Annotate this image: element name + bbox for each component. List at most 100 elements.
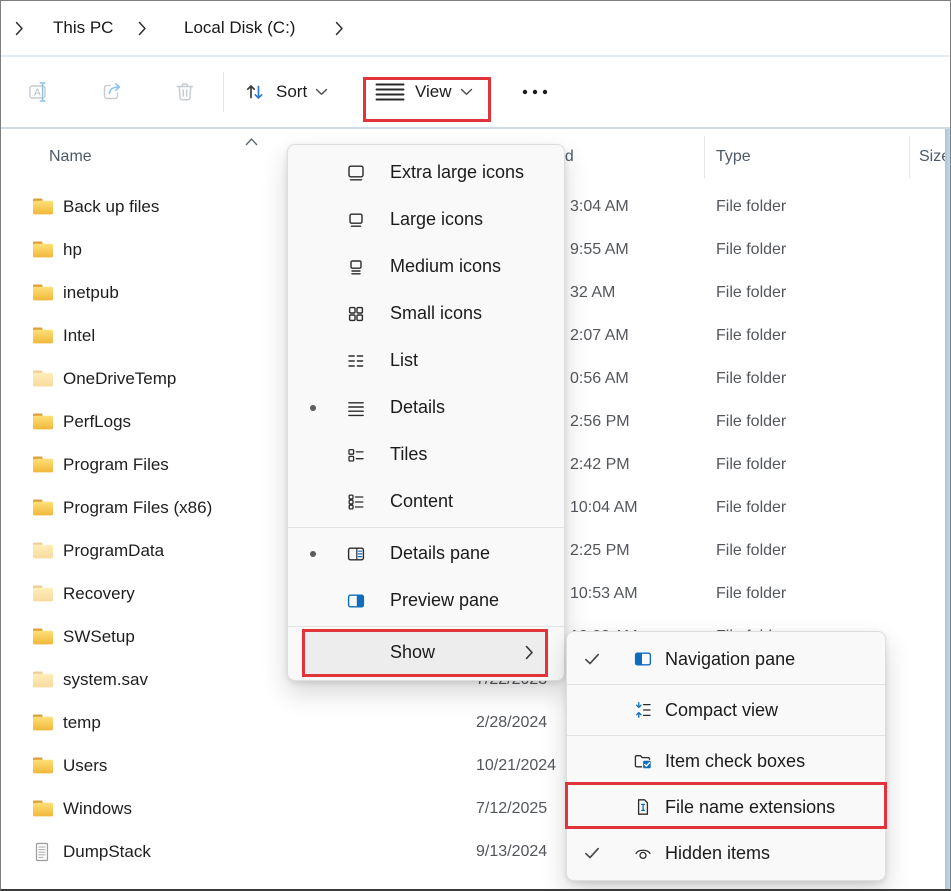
file-name: DumpStack [63, 830, 151, 873]
menu-item-label: Show [390, 642, 435, 663]
folder-icon [32, 627, 54, 646]
folder-icon [32, 240, 54, 259]
document-icon [32, 842, 52, 862]
folder-icon [32, 584, 56, 604]
view-button[interactable]: View [375, 57, 473, 127]
file-type: File folder [716, 357, 786, 400]
chevron-right-icon[interactable] [335, 1, 344, 55]
folder-icon [32, 283, 54, 302]
folder-icon [32, 240, 56, 260]
show-submenu-item-navigation-pane[interactable]: Navigation pane [567, 636, 885, 682]
file-date-modified: 2:56 PM [570, 400, 630, 443]
sort-ascending-caret-icon [244, 134, 259, 152]
menu-item-label: Content [390, 491, 453, 512]
delete-button[interactable] [173, 57, 197, 127]
check-slot [567, 652, 617, 666]
list-icon [338, 351, 374, 371]
rename-button[interactable]: A [28, 57, 54, 127]
view-menu-item-extra-large-icons[interactable]: Extra large icons [288, 149, 564, 196]
compact-view-icon [633, 700, 653, 720]
view-menu-item-details-pane[interactable]: Details pane [288, 530, 564, 577]
menu-item-label: Navigation pane [665, 649, 795, 670]
file-name: ProgramData [63, 529, 164, 572]
folder-icon [32, 498, 54, 517]
folder-icon [32, 197, 56, 217]
file-date-modified: 9/13/2024 [476, 830, 547, 873]
tiles-icon [346, 445, 366, 465]
column-separator[interactable] [704, 136, 705, 178]
show-submenu-item-item-check-boxes[interactable]: Item check boxes [567, 738, 885, 784]
file-date-modified: 2:42 PM [570, 443, 630, 486]
column-separator[interactable] [909, 136, 910, 178]
view-menu-item-large-icons[interactable]: Large icons [288, 196, 564, 243]
file-name: Recovery [63, 572, 135, 615]
file-name: hp [63, 228, 82, 271]
view-menu-item-tiles[interactable]: Tiles [288, 431, 564, 478]
content-icon [346, 492, 366, 512]
file-date-modified: 7/12/2025 [476, 787, 547, 830]
address-chevron-icon[interactable] [15, 1, 24, 55]
folder-icon [32, 326, 56, 346]
column-header-type[interactable]: Type [716, 135, 751, 179]
file-explorer-window: This PC Local Disk (C:) A [0, 0, 951, 891]
folder-icon [32, 498, 56, 518]
file-name: PerfLogs [63, 400, 131, 443]
folder-icon [32, 541, 54, 560]
show-submenu-item-file-name-extensions[interactable]: File name extensions [567, 784, 885, 830]
small-icons-icon [346, 304, 366, 324]
folder-icon [32, 369, 54, 388]
folder-icon [32, 455, 54, 474]
file-name: Program Files [63, 443, 169, 486]
file-icon [32, 842, 56, 862]
show-submenu-item-compact-view[interactable]: Compact view [567, 687, 885, 733]
details-pane-icon [338, 544, 374, 564]
share-button[interactable] [101, 57, 126, 127]
menu-item-label: File name extensions [665, 797, 835, 818]
chevron-right-icon[interactable] [138, 1, 147, 55]
content-icon [338, 492, 374, 512]
menu-item-label: Compact view [665, 700, 778, 721]
file-name: system.sav [63, 658, 148, 701]
breadcrumb-this-pc[interactable]: This PC [53, 1, 113, 55]
folder-icon [32, 627, 56, 647]
menu-item-label: Item check boxes [665, 751, 805, 772]
view-menu-item-show[interactable]: Show [288, 629, 564, 676]
folder-icon [32, 412, 56, 432]
file-type: File folder [716, 486, 786, 529]
view-menu-item-content[interactable]: Content [288, 478, 564, 525]
check-icon [584, 846, 600, 860]
small-icons-icon [338, 304, 374, 324]
extra-large-icons-icon [346, 163, 366, 183]
file-type: File folder [716, 228, 786, 271]
file-name: Program Files (x86) [63, 486, 212, 529]
file-name: Intel [63, 314, 95, 357]
file-date-modified: 9:55 AM [570, 228, 629, 271]
column-header-name[interactable]: Name [49, 135, 92, 179]
sort-icon [244, 80, 266, 104]
view-menu: Extra large icons Large icons Medium ico… [287, 144, 565, 681]
view-menu-item-list[interactable]: List [288, 337, 564, 384]
selection-slot [288, 551, 338, 557]
toolbar-separator [223, 72, 224, 112]
file-type: File folder [716, 271, 786, 314]
navigation-pane-icon [625, 649, 661, 669]
view-menu-item-details[interactable]: Details [288, 384, 564, 431]
sort-button[interactable]: Sort [244, 57, 328, 127]
file-date-modified: 10:04 AM [570, 486, 638, 529]
vertical-scrollbar[interactable] [945, 129, 951, 889]
folder-icon [32, 369, 56, 389]
details-icon [338, 398, 374, 418]
show-submenu-item-hidden-items[interactable]: Hidden items [567, 830, 885, 876]
more-button[interactable] [520, 57, 550, 127]
command-bar: A Sort [1, 57, 950, 127]
file-name: SWSetup [63, 615, 135, 658]
file-type: File folder [716, 185, 786, 228]
breadcrumb-local-disk-c[interactable]: Local Disk (C:) [184, 1, 295, 55]
folder-icon [32, 326, 54, 345]
view-menu-item-medium-icons[interactable]: Medium icons [288, 243, 564, 290]
compact-view-icon [625, 700, 661, 720]
view-menu-item-preview-pane[interactable]: Preview pane [288, 577, 564, 624]
view-menu-item-small-icons[interactable]: Small icons [288, 290, 564, 337]
tiles-icon [338, 445, 374, 465]
chevron-down-icon [315, 88, 328, 96]
